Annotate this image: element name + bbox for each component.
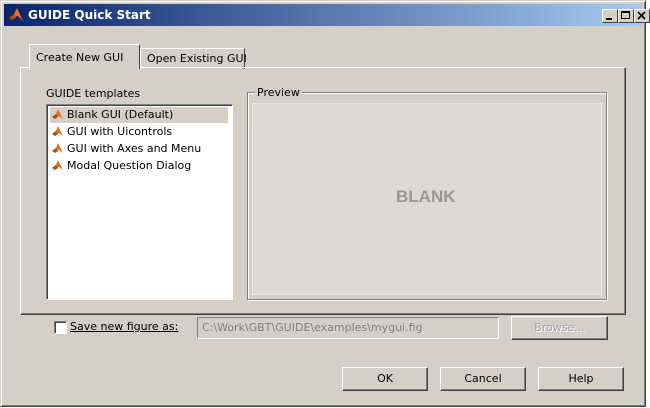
title-bar[interactable]: GUIDE Quick Start: [4, 4, 650, 26]
minimize-button[interactable]: [602, 9, 618, 23]
list-item-label: Modal Question Dialog: [67, 159, 192, 172]
browse-button[interactable]: Browse...: [511, 316, 608, 340]
list-item-gui-with-axes-and-menu[interactable]: GUI with Axes and Menu: [50, 141, 228, 157]
ok-button[interactable]: OK: [342, 367, 428, 391]
help-button[interactable]: Help: [538, 367, 624, 391]
list-item-label: Blank GUI (Default): [67, 108, 174, 121]
matlab-icon: [52, 126, 63, 136]
minimize-icon: [606, 18, 612, 20]
save-figure-label-text: Save new figure as:: [70, 320, 179, 333]
list-item-blank-gui[interactable]: Blank GUI (Default): [50, 107, 228, 123]
tab-create-new-gui[interactable]: Create New GUI: [29, 44, 140, 69]
close-button[interactable]: [634, 9, 650, 23]
preview-text: BLANK: [396, 187, 456, 206]
list-item-label: GUI with Axes and Menu: [67, 142, 202, 155]
matlab-icon: [52, 143, 63, 153]
maximize-icon: [621, 11, 630, 19]
matlab-icon: [52, 160, 63, 170]
list-item-gui-with-uicontrols[interactable]: GUI with Uicontrols: [50, 124, 228, 140]
save-figure-checkbox[interactable]: [54, 321, 67, 334]
matlab-icon: [9, 8, 23, 21]
cancel-button[interactable]: Cancel: [440, 367, 526, 391]
tab-open-existing-gui[interactable]: Open Existing GUI: [140, 48, 247, 69]
window-title: GUIDE Quick Start: [28, 8, 151, 22]
matlab-icon: [52, 109, 63, 119]
templates-list[interactable]: Blank GUI (Default) GUI with Uicontrols …: [46, 104, 233, 300]
close-icon: [637, 11, 646, 20]
save-path-field[interactable]: C:\Work\GBT\GUIDE\examples\mygui.fig: [197, 317, 499, 339]
save-figure-label[interactable]: Save new figure as:: [70, 320, 178, 333]
preview-legend: Preview: [255, 86, 302, 99]
maximize-button[interactable]: [618, 9, 634, 23]
templates-heading: GUIDE templates: [46, 87, 141, 100]
list-item-label: GUI with Uicontrols: [67, 125, 173, 138]
list-item-modal-question-dialog[interactable]: Modal Question Dialog: [50, 158, 228, 174]
